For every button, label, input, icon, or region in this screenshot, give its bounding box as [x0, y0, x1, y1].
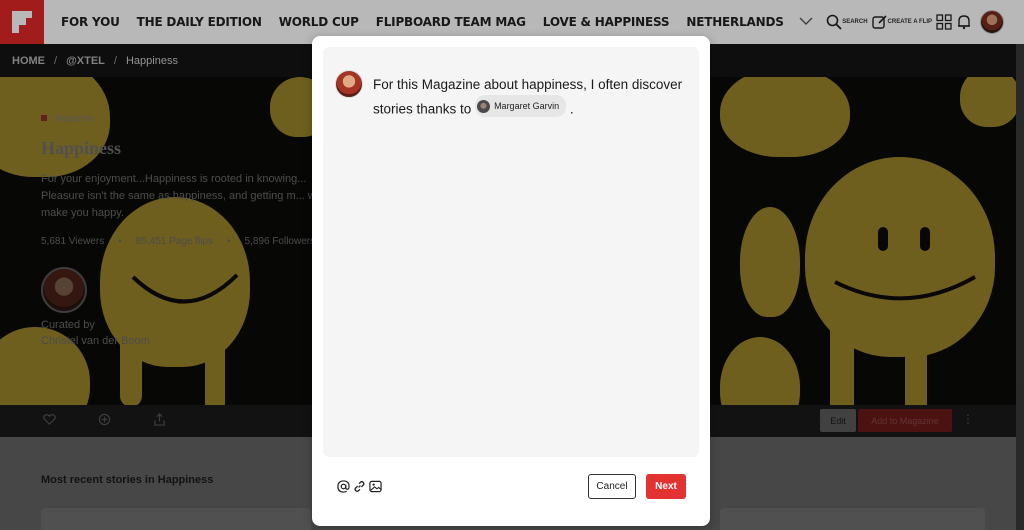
mention-chip[interactable]: Margaret Garvin	[475, 95, 567, 117]
compose-text-end: .	[569, 101, 574, 117]
flip-compose-modal: For this Magazine about happiness, I oft…	[312, 36, 710, 526]
compose-area[interactable]: For this Magazine about happiness, I oft…	[323, 47, 699, 457]
cancel-button[interactable]: Cancel	[588, 474, 636, 499]
compose-text[interactable]: For this Magazine about happiness, I oft…	[373, 75, 688, 120]
mention-name: Margaret Garvin	[494, 101, 560, 111]
next-button[interactable]: Next	[646, 474, 686, 499]
image-icon[interactable]	[369, 480, 382, 493]
composer-avatar	[335, 70, 363, 98]
compose-tools	[337, 480, 385, 493]
mention-avatar	[477, 99, 491, 113]
link-icon[interactable]	[353, 480, 366, 493]
mention-icon[interactable]	[337, 480, 350, 493]
